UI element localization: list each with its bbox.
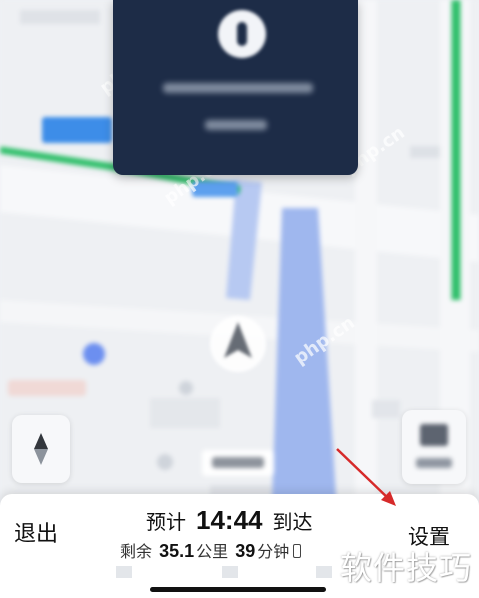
instruction-text-blurred — [163, 83, 313, 93]
compass-button[interactable] — [12, 415, 70, 483]
map-layers-button[interactable] — [402, 410, 466, 484]
remaining-prefix: 剩余 — [120, 542, 153, 561]
turn-direction-icon — [218, 10, 266, 58]
remaining-time-unit: 分钟 — [257, 542, 290, 561]
map-layers-icon — [420, 424, 448, 446]
remaining-distance-unit: 公里 — [196, 542, 229, 561]
remaining-time: 39 — [235, 541, 256, 561]
watermark-corner-text: 软件技巧 — [340, 549, 473, 587]
home-indicator[interactable] — [150, 587, 326, 592]
eta-info: 预计 14:44 到达 — [146, 505, 313, 536]
remaining-info: 剩余 35.1 公里 39 分钟 — [120, 538, 302, 562]
navigation-instruction-card — [113, 0, 358, 175]
map-layers-label-blurred — [416, 458, 452, 468]
instruction-distance-blurred — [205, 120, 267, 130]
remaining-distance: 35.1 — [159, 541, 195, 561]
battery-icon — [293, 544, 302, 558]
eta-time: 14:44 — [196, 505, 263, 535]
exit-button[interactable]: 退出 — [14, 512, 104, 552]
eta-prefix: 预计 — [146, 510, 186, 534]
eta-suffix: 到达 — [272, 510, 313, 534]
compass-icon — [34, 433, 48, 465]
